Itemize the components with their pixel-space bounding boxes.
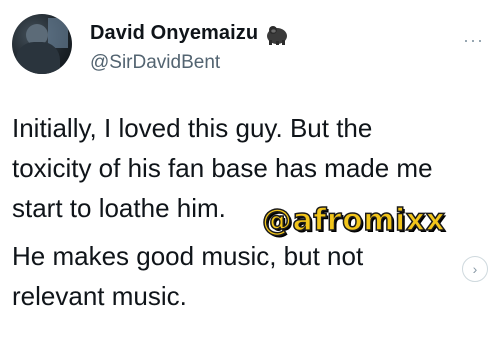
author-name-row: David Onyemaizu: [90, 22, 290, 45]
tweet-card: David Onyemaizu @SirDavidBent ··· Initia…: [0, 0, 500, 353]
gorilla-emoji-icon: [267, 25, 288, 45]
avatar[interactable]: [12, 14, 72, 74]
more-options-icon[interactable]: ···: [463, 30, 484, 51]
watermark-text: @afromixx: [261, 202, 446, 239]
tweet-line: toxicity of his fan base has made me: [12, 153, 433, 183]
tweet-line: relevant music.: [12, 281, 187, 311]
author-display-name[interactable]: David Onyemaizu: [90, 22, 258, 45]
author-handle[interactable]: @SirDavidBent: [90, 52, 220, 74]
tweet-line: He makes good music, but not: [12, 241, 364, 271]
chevron-right-icon[interactable]: ›: [462, 256, 488, 282]
tweet-line: Initially, I loved this guy. But the: [12, 113, 373, 143]
